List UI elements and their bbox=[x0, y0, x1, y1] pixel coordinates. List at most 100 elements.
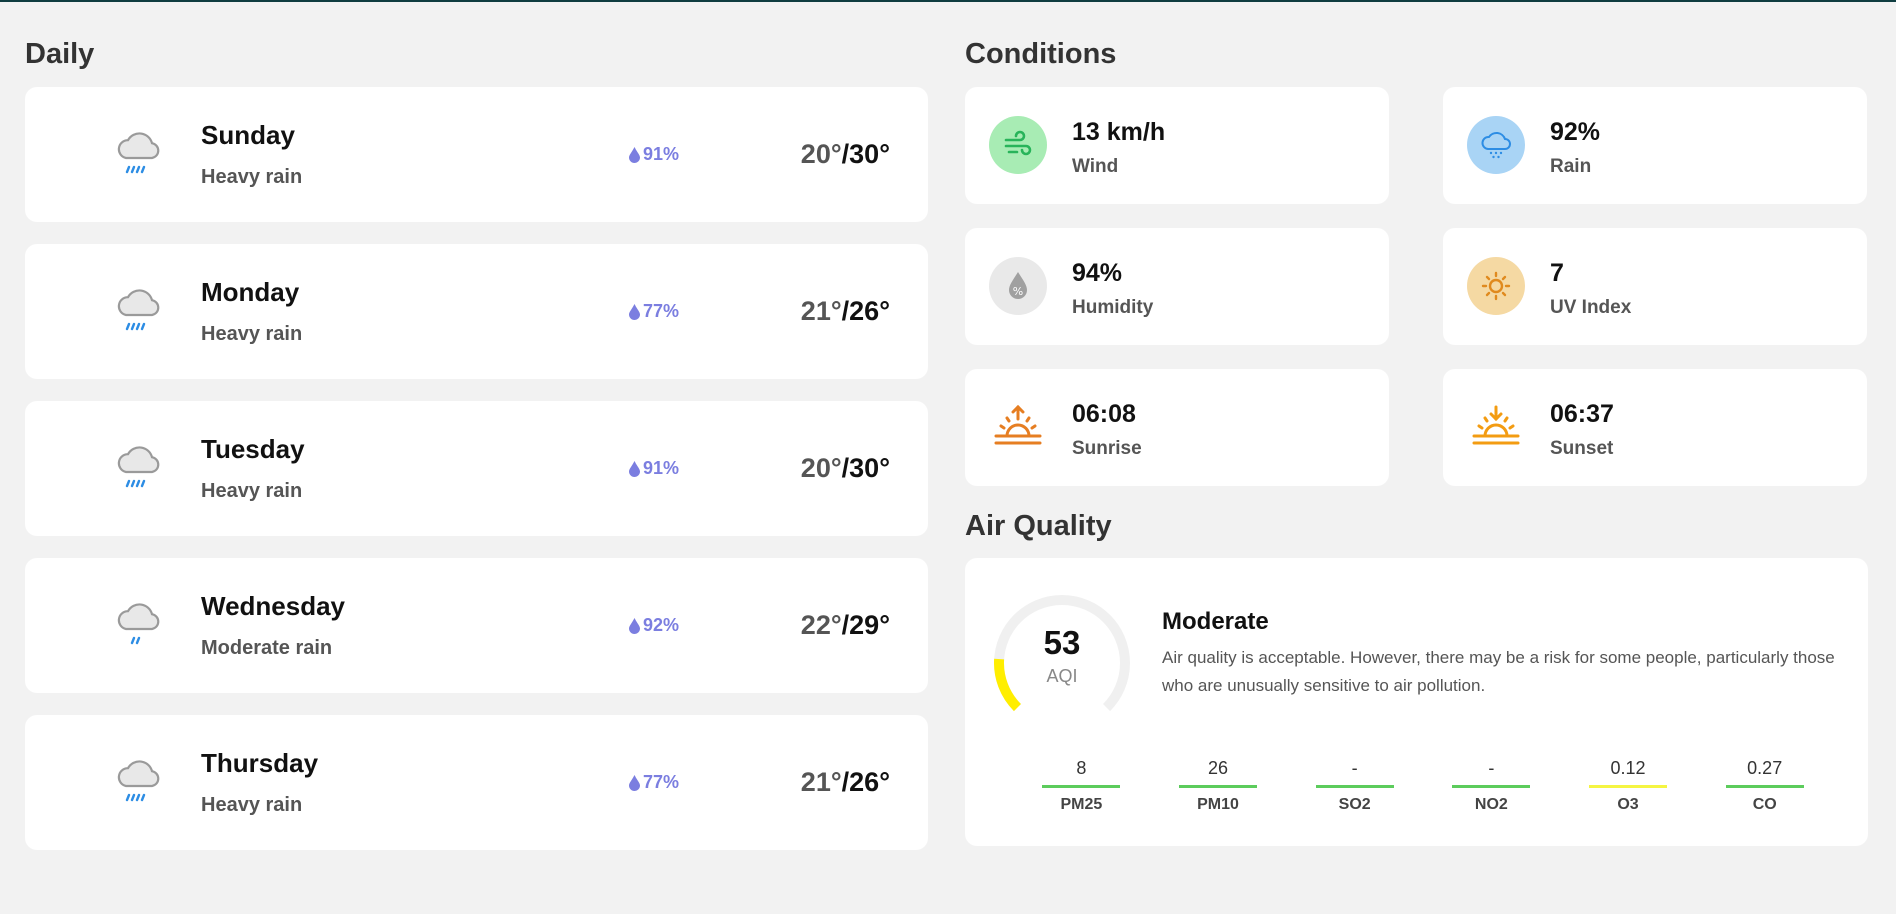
droplet-icon bbox=[628, 303, 641, 320]
heavy-rain-icon bbox=[83, 437, 193, 497]
pollutant-bar bbox=[1179, 785, 1257, 788]
temp-high: 30° bbox=[849, 139, 890, 169]
condition-label: UV Index bbox=[1550, 297, 1632, 318]
svg-text:%: % bbox=[1013, 285, 1023, 298]
day-condition: Heavy rain bbox=[201, 794, 303, 816]
pollutant-value: - bbox=[1351, 758, 1358, 778]
pollutant-name: PM10 bbox=[1197, 796, 1239, 813]
precip-chance: 92% bbox=[628, 615, 679, 636]
day-name: Tuesday bbox=[201, 434, 305, 464]
day-condition: Moderate rain bbox=[201, 637, 333, 659]
temperature-range: 21°/26° bbox=[800, 767, 890, 797]
temp-low: 20° bbox=[800, 139, 842, 169]
condition-card-sunset: 06:37 Sunset bbox=[1443, 369, 1867, 486]
condition-value: 92% bbox=[1550, 118, 1601, 146]
pollutant-bar bbox=[1589, 785, 1668, 788]
precip-chance: 91% bbox=[628, 144, 679, 165]
temp-low: 20° bbox=[800, 453, 842, 483]
pollutant-value: - bbox=[1488, 758, 1495, 778]
aq-description: Air quality is acceptable. However, ther… bbox=[1162, 648, 1835, 695]
pollutant-bar bbox=[1725, 785, 1804, 788]
temp-low: 22° bbox=[800, 610, 842, 640]
day-name: Sunday bbox=[201, 120, 295, 150]
day-condition: Heavy rain bbox=[201, 166, 303, 188]
condition-label: Sunset bbox=[1550, 438, 1614, 459]
condition-card-rain: 92% Rain bbox=[1443, 87, 1867, 204]
precip-chance: 77% bbox=[628, 772, 679, 793]
pollutant-name: SO2 bbox=[1338, 796, 1371, 813]
daily-row[interactable]: Monday Heavy rain 77% 21°/26° bbox=[25, 244, 928, 379]
heavy-rain-icon bbox=[83, 123, 193, 183]
sunrise-icon bbox=[989, 398, 1047, 456]
air-quality-title: Air Quality bbox=[965, 510, 1112, 542]
aq-status: Moderate bbox=[1162, 608, 1269, 635]
pollutant-list: 8 PM25 26 PM10 - SO2 - NO2 0.12 O3 0.27 … bbox=[1013, 758, 1833, 814]
top-border bbox=[0, 0, 1896, 2]
temperature-range: 20°/30° bbox=[800, 139, 890, 169]
temp-low: 21° bbox=[800, 767, 842, 797]
conditions-title: Conditions bbox=[965, 38, 1117, 70]
pollutant-bar bbox=[1315, 785, 1394, 788]
heavy-rain-icon bbox=[83, 751, 193, 811]
temp-high: 26° bbox=[849, 296, 890, 326]
day-name: Wednesday bbox=[201, 591, 346, 621]
wind-icon bbox=[989, 116, 1047, 174]
pollutant-item: - SO2 bbox=[1286, 758, 1423, 814]
air-quality-card: 53 AQI Moderate Air quality is acceptabl… bbox=[965, 558, 1868, 846]
condition-label: Sunrise bbox=[1072, 438, 1142, 459]
pollutant-name: CO bbox=[1752, 796, 1777, 813]
temp-low: 21° bbox=[800, 296, 842, 326]
pollutant-name: O3 bbox=[1617, 796, 1639, 813]
pollutant-item: 26 PM10 bbox=[1150, 758, 1287, 814]
condition-value: 13 km/h bbox=[1072, 118, 1166, 146]
pollutant-item: 8 PM25 bbox=[1013, 758, 1150, 814]
aqi-gauge bbox=[994, 595, 1130, 712]
heavy-rain-icon bbox=[83, 280, 193, 340]
precip-value: 92% bbox=[643, 615, 680, 635]
rain-cloud-icon bbox=[1467, 116, 1525, 174]
precip-chance: 91% bbox=[628, 458, 679, 479]
condition-label: Rain bbox=[1550, 156, 1592, 177]
temperature-range: 21°/26° bbox=[800, 296, 890, 326]
moderate-rain-icon bbox=[83, 594, 193, 654]
daily-title: Daily bbox=[25, 38, 95, 70]
droplet-icon bbox=[628, 460, 641, 477]
day-condition: Heavy rain bbox=[201, 480, 303, 502]
pollutant-name: PM25 bbox=[1060, 796, 1103, 813]
pollutant-value: 0.12 bbox=[1610, 758, 1646, 778]
precip-value: 77% bbox=[643, 301, 680, 321]
day-condition: Heavy rain bbox=[201, 323, 303, 345]
daily-row[interactable]: Thursday Heavy rain 77% 21°/26° bbox=[25, 715, 928, 850]
pollutant-item: 0.12 O3 bbox=[1560, 758, 1697, 814]
pollutant-bar bbox=[1452, 785, 1531, 788]
condition-value: 06:08 bbox=[1072, 400, 1136, 428]
day-name: Monday bbox=[201, 277, 300, 307]
condition-value: 7 bbox=[1550, 259, 1564, 287]
aqi-value: 53 bbox=[1043, 624, 1081, 661]
condition-label: Wind bbox=[1072, 156, 1119, 177]
condition-value: 06:37 bbox=[1550, 400, 1614, 428]
precip-value: 91% bbox=[643, 144, 680, 164]
droplet-icon bbox=[628, 774, 641, 791]
droplet-icon bbox=[628, 617, 641, 634]
pollutant-bar bbox=[1042, 785, 1121, 788]
daily-row[interactable]: Sunday Heavy rain 91% 20°/30° bbox=[25, 87, 928, 222]
sunset-icon bbox=[1467, 398, 1525, 456]
aqi-label: AQI bbox=[1046, 666, 1078, 686]
pollutant-value: 0.27 bbox=[1747, 758, 1783, 778]
condition-card-uv-index: 7 UV Index bbox=[1443, 228, 1867, 345]
daily-row[interactable]: Wednesday Moderate rain 92% 22°/29° bbox=[25, 558, 928, 693]
condition-card-sunrise: 06:08 Sunrise bbox=[965, 369, 1389, 486]
temp-high: 30° bbox=[849, 453, 890, 483]
temperature-range: 22°/29° bbox=[800, 610, 890, 640]
temp-high: 26° bbox=[849, 767, 890, 797]
humidity-icon: % bbox=[989, 257, 1047, 315]
pollutant-value: 8 bbox=[1076, 758, 1087, 778]
sun-icon bbox=[1467, 257, 1525, 315]
pollutant-value: 26 bbox=[1207, 758, 1229, 778]
condition-card-humidity: % 94% Humidity bbox=[965, 228, 1389, 345]
daily-row[interactable]: Tuesday Heavy rain 91% 20°/30° bbox=[25, 401, 928, 536]
temp-high: 29° bbox=[849, 610, 890, 640]
day-name: Thursday bbox=[201, 748, 319, 778]
pollutant-item: - NO2 bbox=[1423, 758, 1560, 814]
